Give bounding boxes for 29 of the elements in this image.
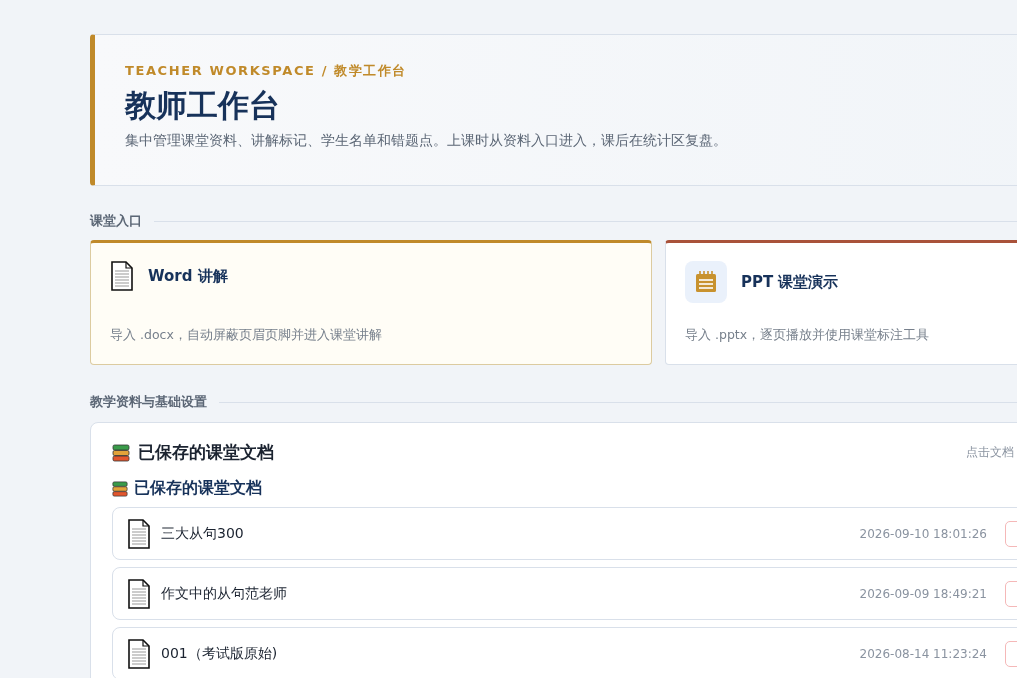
books-icon [112, 480, 128, 497]
books-icon [112, 443, 130, 462]
entry-description: 导入 .docx，自动屏蔽页眉页脚并进入课堂讲解 [110, 327, 383, 344]
entry-description: 导入 .pptx，逐页播放并使用课堂标注工具 [685, 327, 931, 344]
document-icon [110, 261, 134, 291]
panel-subtitle: 已保存的课堂文档 [134, 478, 262, 499]
document-row[interactable]: 作文中的从句范老师 2026-09-09 18:49:21 [112, 567, 1017, 620]
panel-title: 已保存的课堂文档 [138, 441, 274, 464]
document-icon [127, 518, 151, 549]
document-name: 三大从句300 [161, 524, 245, 543]
document-time: 2026-08-14 11:23:24 [859, 646, 987, 661]
document-icon [127, 578, 151, 609]
section-label: 课堂入口 [90, 212, 142, 230]
entry-card[interactable]: PPT 课堂演示 导入 .pptx，逐页播放并使用课堂标注工具 [665, 240, 1017, 365]
document-name: 作文中的从句范老师 [161, 584, 288, 603]
section-label: 教学资料与基础设置 [90, 393, 207, 411]
entry-title: PPT 课堂演示 [741, 272, 839, 292]
entry-card[interactable]: Word 讲解 导入 .docx，自动屏蔽页眉页脚并进入课堂讲解 [90, 240, 652, 365]
document-icon [127, 638, 151, 669]
hint-text: 点击文档 [966, 444, 1014, 461]
eyebrow-text: TEACHER WORKSPACE / 教学工作台 [125, 62, 408, 80]
page-title: 教师工作台 [125, 86, 280, 124]
description-text: 集中管理课堂资料、讲解标记、学生名单和错题点。上课时从资料入口进入，课后在统计区复盘。 [125, 132, 727, 150]
notepad-icon [695, 271, 717, 293]
document-name: 001（考试版原始) [161, 644, 279, 663]
document-time: 2026-09-10 18:01:26 [859, 526, 987, 541]
document-time: 2026-09-09 18:49:21 [859, 586, 987, 601]
document-row[interactable]: 三大从句300 2026-09-10 18:01:26 [112, 507, 1017, 560]
entry-title: Word 讲解 [148, 266, 228, 286]
